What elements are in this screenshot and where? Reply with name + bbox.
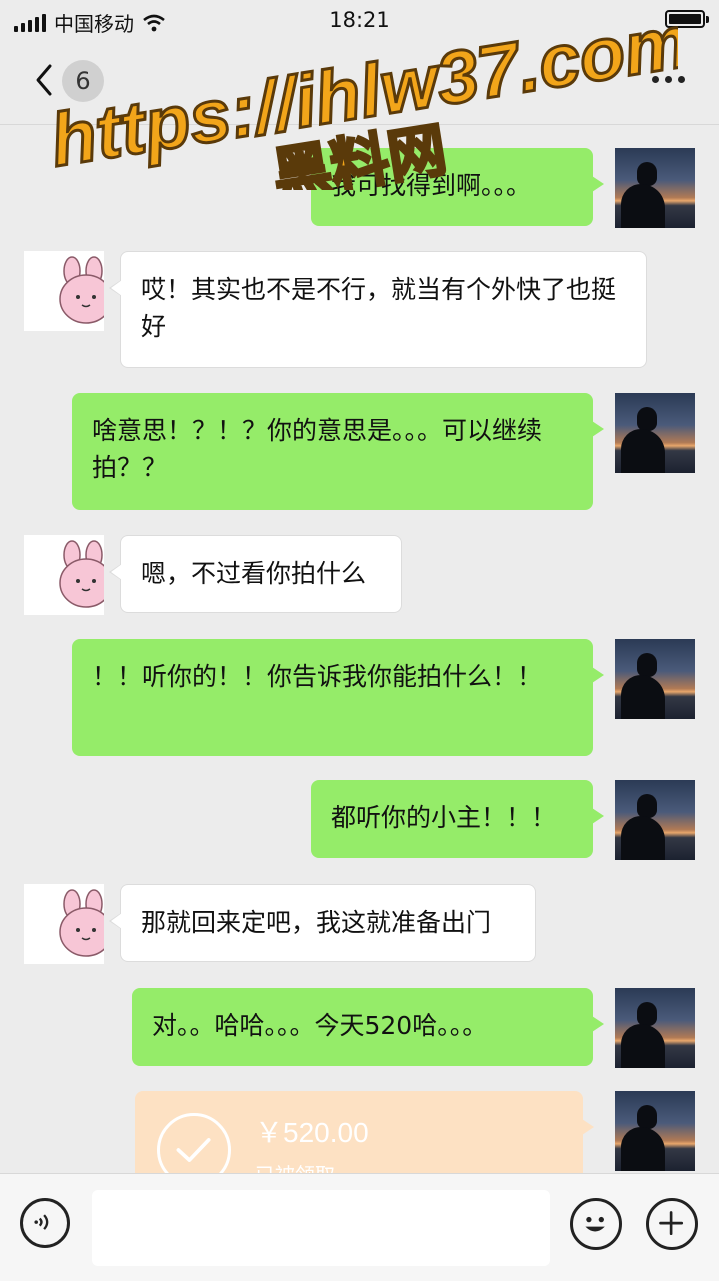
status-bar: 中国移动 18:21 [0,0,719,40]
plus-icon[interactable] [646,1198,698,1250]
transfer-card[interactable]: ￥520.00 已被领取 [135,1091,594,1173]
unread-count-badge[interactable]: 6 [62,60,104,102]
more-icon[interactable] [652,76,685,83]
my-avatar[interactable] [615,639,695,719]
my-avatar[interactable] [615,1091,695,1171]
transfer-amount: ￥520.00 [255,1117,369,1148]
message-list[interactable]: 我可找得到啊。。。 哎！其实也不是不行，就当有个外快了也挺好 啥意思！？！？你的… [0,125,719,1173]
my-avatar[interactable] [615,148,695,228]
contact-avatar[interactable] [24,535,104,615]
battery-icon [665,10,709,28]
message-bubble-outgoing[interactable]: ！！听你的！！你告诉我你能拍什么！！ [72,639,604,756]
status-time: 18:21 [329,8,390,32]
bunny-icon [59,256,104,324]
contact-avatar[interactable] [24,884,104,964]
message-bubble-incoming[interactable]: 那就回来定吧，我这就准备出门 [109,884,536,962]
contact-avatar[interactable] [24,251,104,331]
my-avatar[interactable] [615,988,695,1068]
voice-icon[interactable] [20,1198,70,1248]
my-avatar[interactable] [615,780,695,860]
emoji-icon[interactable] [570,1198,622,1250]
message-bubble-incoming[interactable]: 哎！其实也不是不行，就当有个外快了也挺好 [109,251,647,368]
my-avatar[interactable] [615,393,695,473]
input-bar [0,1173,719,1281]
bunny-icon [59,889,104,957]
message-bubble-outgoing[interactable]: 我可找得到啊。。。 [311,148,604,226]
message-bubble-incoming[interactable]: 嗯，不过看你拍什么 [109,535,402,613]
bunny-icon [59,540,104,608]
message-input[interactable] [92,1190,550,1266]
message-bubble-outgoing[interactable]: 都听你的小主！！！ [311,780,604,858]
check-icon [157,1113,231,1173]
message-bubble-outgoing[interactable]: 对。。哈哈。。。今天520哈。。。 [132,988,604,1066]
chat-header: 6 [0,42,719,125]
message-bubble-outgoing[interactable]: 啥意思！？！？你的意思是。。。可以继续拍？？ [72,393,604,510]
transfer-status: 已被领取 [255,1159,335,1173]
